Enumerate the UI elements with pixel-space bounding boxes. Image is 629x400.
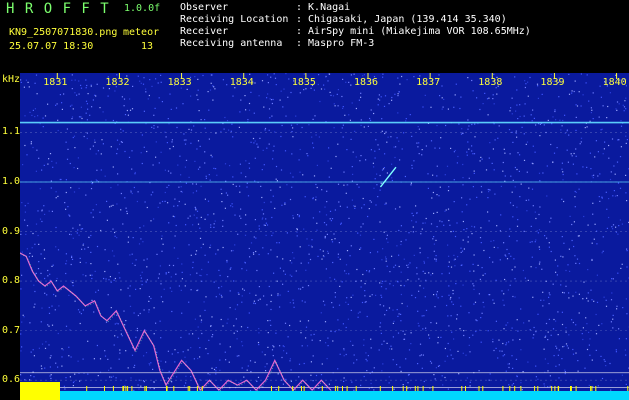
floor-tick: [196, 386, 198, 391]
floor-tick: [392, 386, 394, 391]
floor-tick: [189, 386, 191, 391]
floor-tick: [334, 386, 336, 391]
floor-tick: [537, 386, 539, 391]
floor-tick: [173, 386, 175, 391]
floor-tick: [534, 386, 536, 391]
floor-tick: [278, 386, 280, 391]
floor-tick: [509, 386, 511, 391]
floor-tick: [127, 386, 129, 391]
y-tick-label: 0.7: [2, 324, 21, 336]
floor-tick: [144, 386, 146, 391]
floor-tick: [570, 386, 572, 391]
floor-tick: [166, 386, 167, 391]
floor-tick: [86, 386, 88, 391]
floor-tick: [414, 386, 416, 391]
time-marker-block: [20, 382, 60, 400]
x-tick-label: 1834: [229, 77, 254, 88]
info-receiver-value: : AirSpy mini (Miakejima VOR 108.65MHz): [296, 26, 531, 37]
floor-tick: [514, 386, 516, 391]
floor-tick: [337, 386, 339, 391]
y-tick-label: 0.9: [2, 225, 21, 237]
info-observer-value: : K.Nagai: [296, 2, 351, 13]
floor-tick: [112, 386, 114, 391]
x-tick-label: 1839: [540, 77, 565, 88]
floor-tick: [595, 386, 597, 391]
floor-tick: [432, 386, 434, 391]
floor-tick: [145, 386, 147, 391]
floor-tick: [342, 386, 343, 391]
x-tick-label: 1833: [167, 77, 192, 88]
floor-tick: [187, 386, 189, 391]
floor-tick: [271, 386, 272, 391]
spectrogram-canvas: [20, 73, 629, 400]
floor-tick: [201, 386, 203, 391]
app-name: H R O F F T: [6, 1, 110, 17]
floor-tick: [590, 386, 592, 391]
y-tick-label: 0.6: [2, 374, 21, 386]
signal-floor-bar: [60, 391, 629, 400]
info-antenna-value: : Maspro FM-3: [296, 38, 375, 49]
floor-tick: [520, 386, 522, 391]
info-location-value: : Chigasaki, Japan (139.414 35.340): [296, 14, 507, 25]
floor-tick: [461, 386, 463, 391]
y-tick-label: 1.0: [2, 176, 21, 187]
x-tick-label: 1838: [478, 77, 503, 88]
floor-tick: [379, 386, 381, 391]
info-location-key: Receiving Location: [180, 14, 289, 25]
file-name: KN9_2507071830.png: [9, 27, 118, 38]
floor-tick: [551, 386, 553, 391]
floor-tick: [301, 386, 302, 391]
floor-tick: [125, 386, 127, 391]
floor-tick: [558, 386, 560, 391]
info-antenna-key: Receiving antenna: [180, 38, 283, 49]
x-tick-label: 1837: [416, 77, 441, 88]
floor-tick: [122, 386, 124, 391]
timestamp: 25.07.07 18:30: [9, 41, 94, 52]
floor-tick: [303, 386, 305, 391]
floor-tick: [131, 386, 133, 391]
floor-tick: [591, 386, 593, 391]
x-tick-label: 1832: [105, 77, 130, 88]
y-axis-unit: kHz: [2, 74, 21, 85]
spectrogram-plot: [20, 73, 629, 400]
floor-tick: [406, 386, 408, 391]
floor-tick: [465, 386, 466, 391]
floor-tick: [627, 386, 629, 391]
y-tick-label: 1.1: [2, 126, 21, 138]
floor-tick: [346, 386, 348, 391]
floor-tick: [355, 386, 357, 391]
x-tick-label: 1836: [354, 77, 379, 88]
x-tick-label: 1835: [291, 77, 316, 88]
floor-tick: [502, 386, 504, 391]
floor-tick: [575, 386, 577, 391]
floor-tick: [292, 386, 294, 391]
noise-trace-line: [20, 252, 332, 392]
floor-tick: [422, 386, 424, 391]
floor-tick: [402, 386, 404, 391]
app-version: 1.0.0f: [124, 3, 161, 14]
header-bar: H R O F F T 1.0.0f KN9_2507071830.png me…: [0, 0, 629, 73]
station-label: meteor: [123, 27, 160, 38]
echo-count: 13: [141, 41, 154, 52]
floor-tick: [554, 386, 556, 391]
x-tick-label: 1831: [43, 77, 68, 88]
floor-tick: [478, 386, 480, 391]
floor-tick: [482, 386, 484, 391]
floor-tick: [417, 386, 419, 391]
x-tick-label: 1840: [602, 77, 627, 88]
floor-tick: [321, 386, 323, 391]
y-tick-label: 0.8: [2, 275, 21, 287]
info-observer-key: Observer: [180, 2, 229, 13]
floor-tick: [104, 386, 105, 391]
info-receiver-key: Receiver: [180, 26, 229, 37]
